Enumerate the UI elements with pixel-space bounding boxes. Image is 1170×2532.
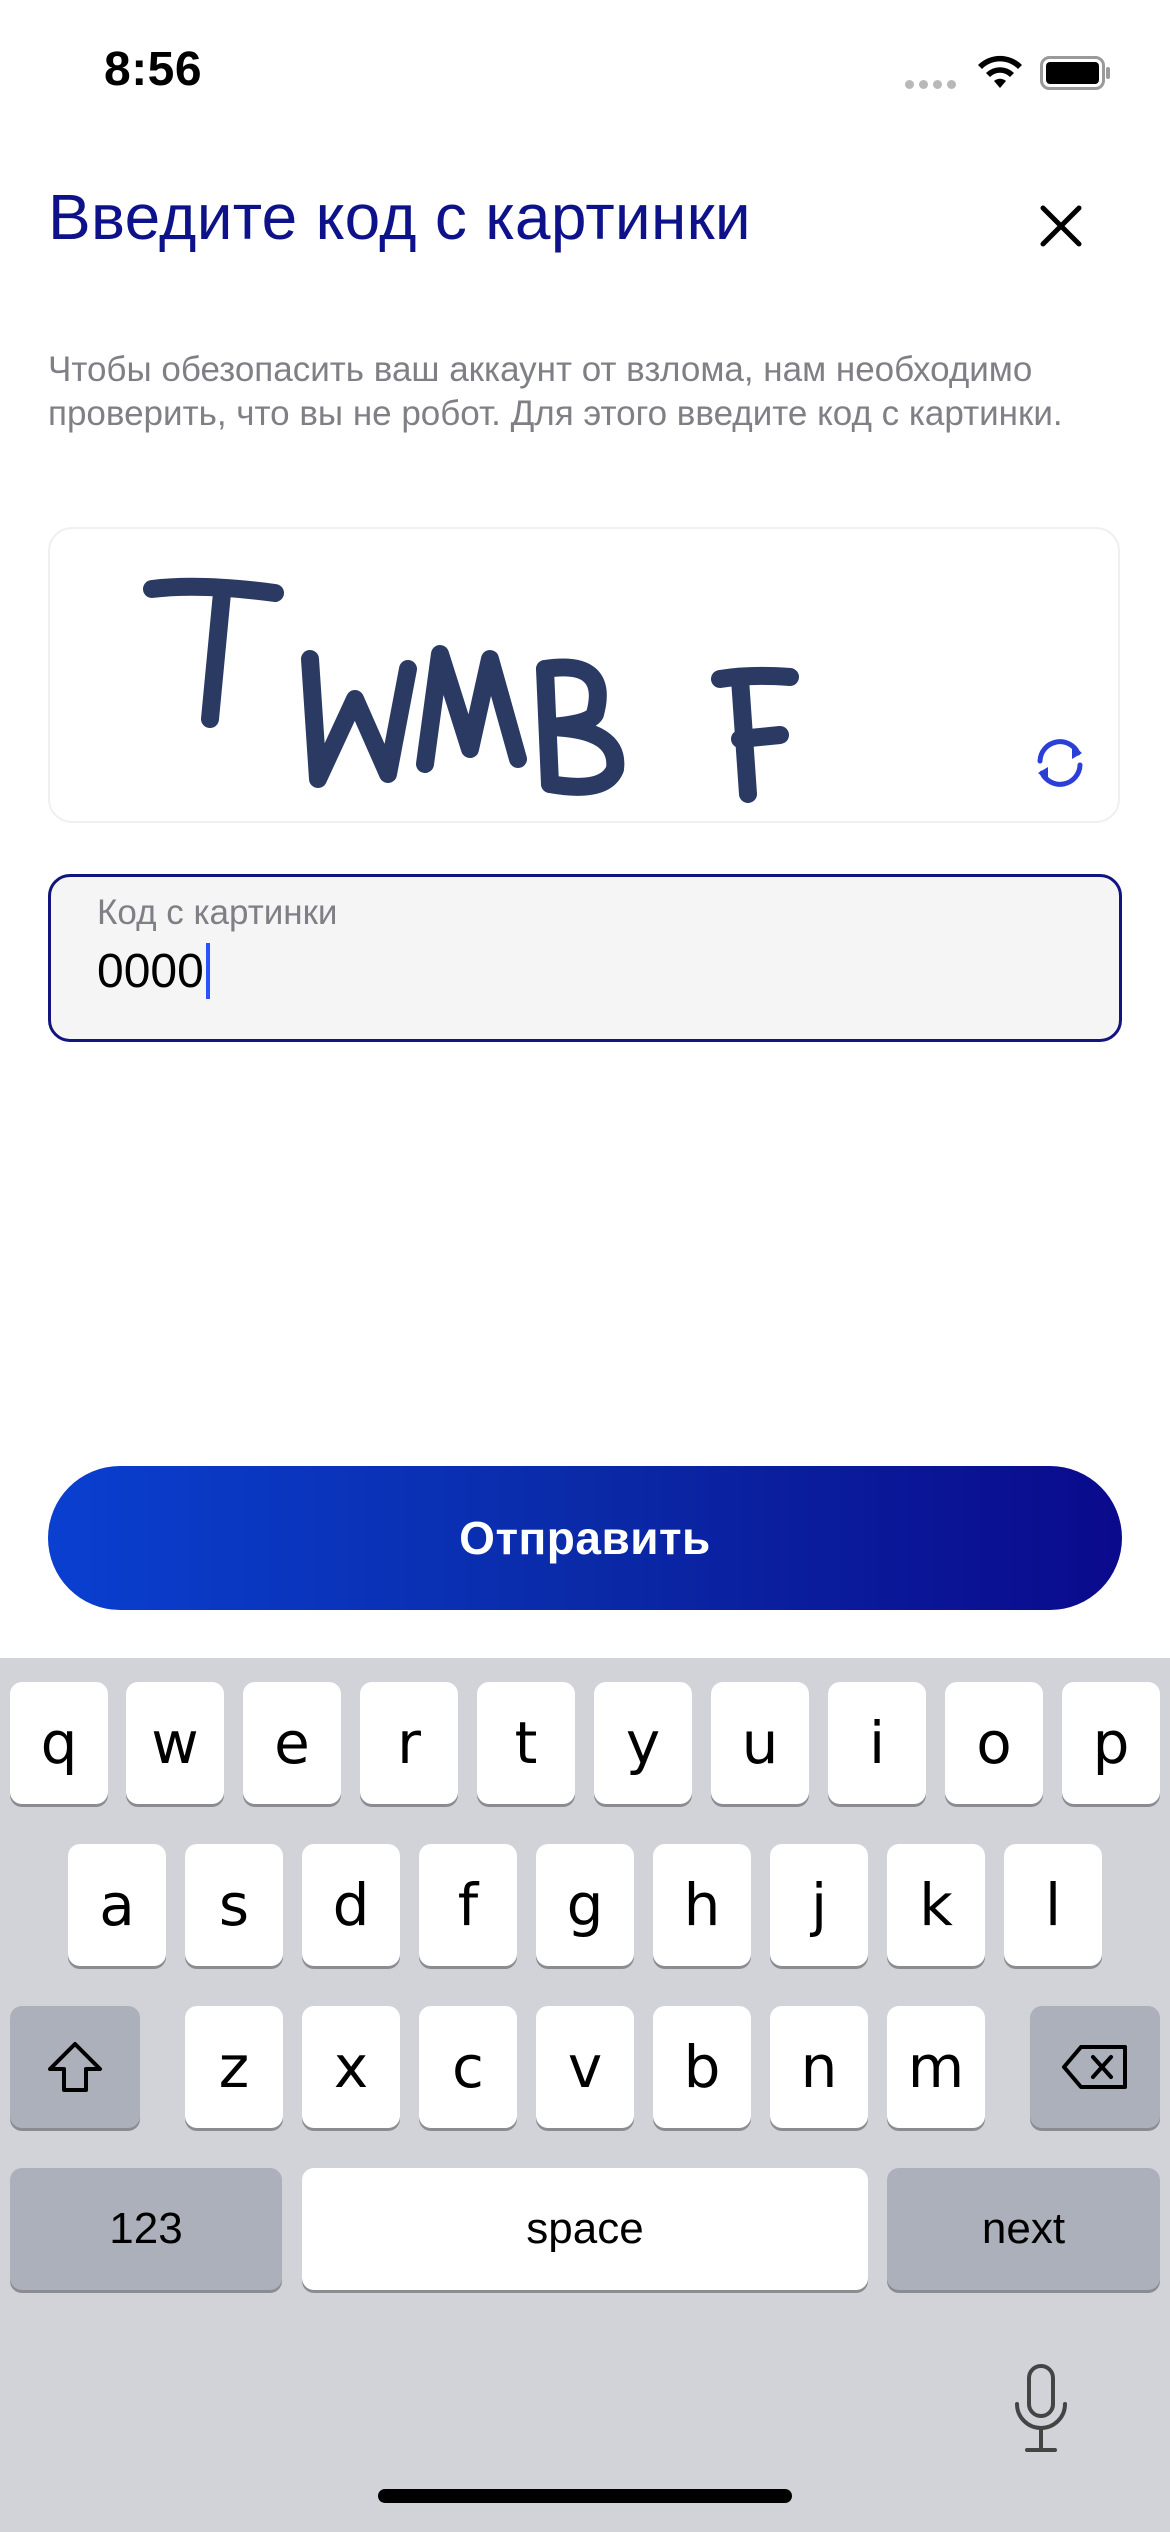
- shift-key[interactable]: [10, 2006, 140, 2128]
- captcha-code-value: 0000: [97, 944, 204, 998]
- home-indicator[interactable]: [378, 2489, 792, 2503]
- page-title: Введите код с картинки: [48, 181, 751, 253]
- key-j[interactable]: j: [770, 1844, 868, 1966]
- backspace-icon: [1062, 2045, 1127, 2089]
- text-caret: [205, 943, 210, 999]
- close-button[interactable]: [1030, 195, 1092, 257]
- cellular-signal-icon: [905, 80, 957, 92]
- key-c[interactable]: c: [419, 2006, 517, 2128]
- key-t[interactable]: t: [477, 1682, 575, 1804]
- key-w[interactable]: w: [126, 1682, 224, 1804]
- key-z[interactable]: z: [185, 2006, 283, 2128]
- key-u[interactable]: u: [711, 1682, 809, 1804]
- key-x[interactable]: x: [302, 2006, 400, 2128]
- submit-button[interactable]: Отправить: [48, 1466, 1122, 1610]
- key-h[interactable]: h: [653, 1844, 751, 1966]
- microphone-icon[interactable]: [1005, 2360, 1077, 2460]
- key-o[interactable]: o: [945, 1682, 1043, 1804]
- captcha-code-input[interactable]: Код с картинки 0000: [48, 874, 1122, 1042]
- key-s[interactable]: s: [185, 1844, 283, 1966]
- key-l[interactable]: l: [1004, 1844, 1102, 1966]
- close-icon: [1040, 205, 1082, 247]
- battery-icon: [1040, 56, 1110, 90]
- space-key[interactable]: space: [302, 2168, 868, 2290]
- wifi-icon: [978, 55, 1022, 88]
- key-k[interactable]: k: [887, 1844, 985, 1966]
- captcha-image: [143, 577, 799, 803]
- status-bar: 8:56: [0, 0, 1170, 150]
- next-key[interactable]: next: [887, 2168, 1160, 2290]
- shift-icon: [48, 2042, 102, 2092]
- key-v[interactable]: v: [536, 2006, 634, 2128]
- key-a[interactable]: a: [68, 1844, 166, 1966]
- key-q[interactable]: q: [10, 1682, 108, 1804]
- key-e[interactable]: e: [243, 1682, 341, 1804]
- key-p[interactable]: p: [1062, 1682, 1160, 1804]
- key-n[interactable]: n: [770, 2006, 868, 2128]
- key-g[interactable]: g: [536, 1844, 634, 1966]
- numbers-key[interactable]: 123: [10, 2168, 282, 2290]
- key-i[interactable]: i: [828, 1682, 926, 1804]
- key-m[interactable]: m: [887, 2006, 985, 2128]
- keyboard: q w e r t y u i o p a s d f g h j k l z …: [0, 1658, 1170, 2532]
- captcha-box: [48, 527, 1120, 823]
- key-f[interactable]: f: [419, 1844, 517, 1966]
- refresh-captcha-button[interactable]: [1022, 725, 1098, 801]
- description-text: Чтобы обезопасить ваш аккаунт от взлома,…: [48, 350, 1063, 433]
- key-y[interactable]: y: [594, 1682, 692, 1804]
- refresh-icon: [1037, 739, 1083, 787]
- key-r[interactable]: r: [360, 1682, 458, 1804]
- captcha-screen: 8:56 Введите код с картинки Чтобы обезоп…: [0, 0, 1170, 2532]
- key-d[interactable]: d: [302, 1844, 400, 1966]
- key-b[interactable]: b: [653, 2006, 751, 2128]
- captcha-code-label: Код с картинки: [97, 893, 338, 932]
- status-time: 8:56: [104, 43, 203, 96]
- backspace-key[interactable]: [1030, 2006, 1160, 2128]
